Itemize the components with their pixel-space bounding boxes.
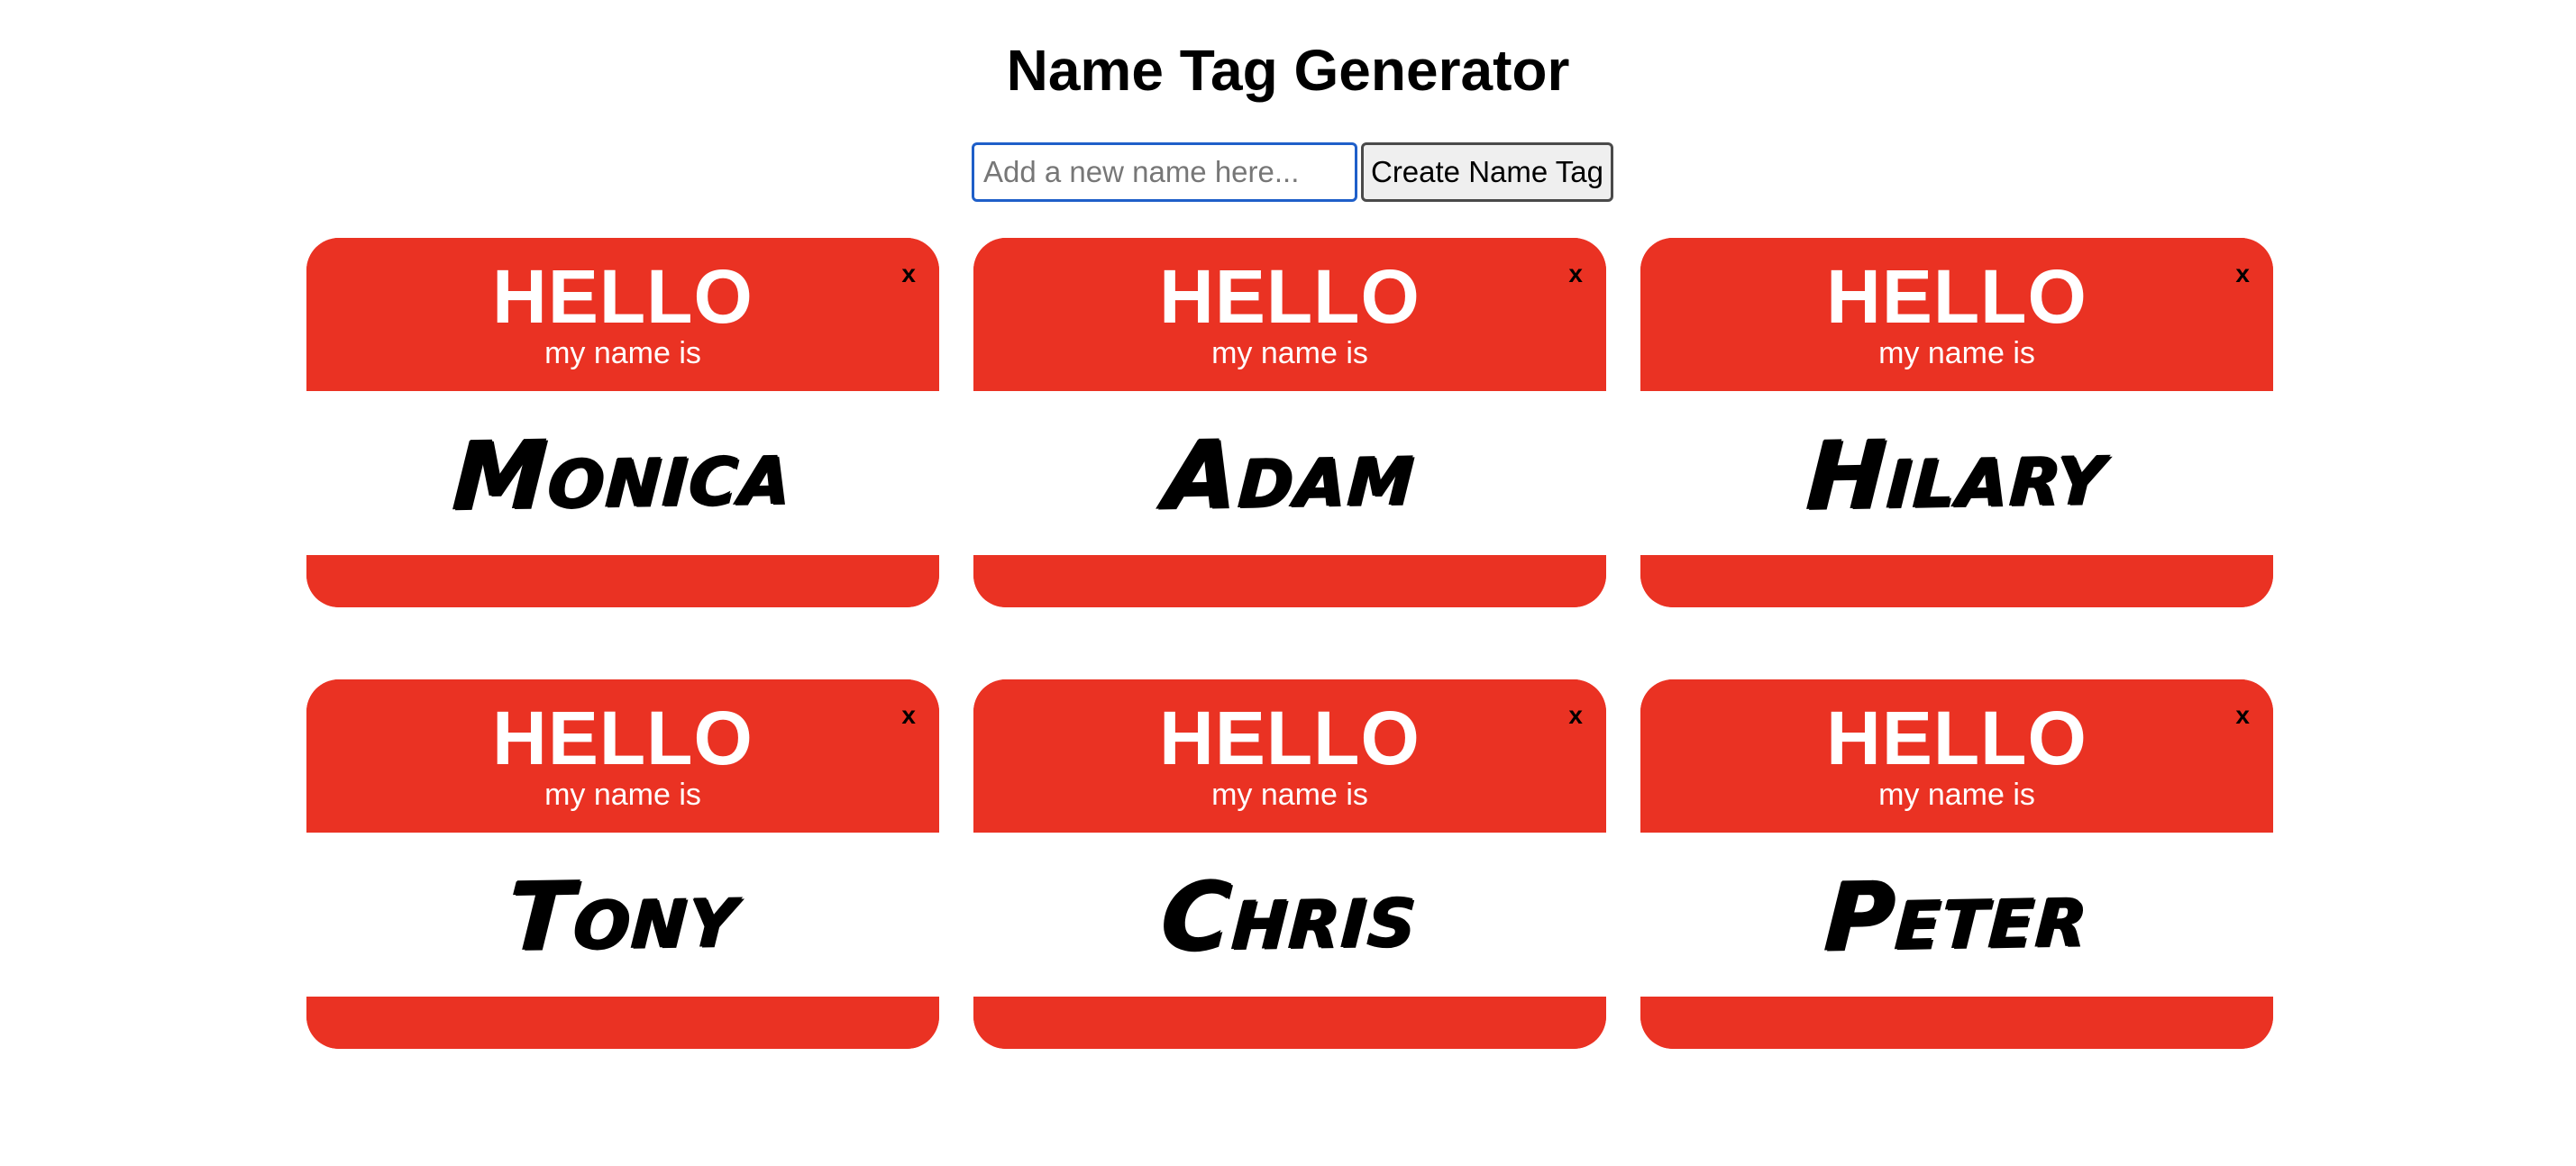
name-tag: HELLO my name is Tony x: [306, 679, 939, 1049]
remove-tag-button[interactable]: x: [2235, 261, 2250, 287]
tag-footer: [306, 997, 939, 1049]
name-input[interactable]: [972, 142, 1357, 202]
app: Name Tag Generator Create Name Tag HELLO…: [0, 0, 2576, 1166]
tag-footer: [973, 555, 1606, 607]
tag-subtitle: my name is: [544, 336, 701, 370]
tag-subtitle: my name is: [1211, 336, 1368, 370]
new-tag-form: Create Name Tag: [972, 142, 1613, 202]
tag-subtitle: my name is: [1878, 336, 2035, 370]
tag-name: Adam: [1161, 415, 1419, 531]
name-tag: HELLO my name is Hilary x: [1640, 238, 2273, 607]
create-name-tag-button[interactable]: Create Name Tag: [1361, 142, 1613, 202]
tag-header: HELLO my name is: [306, 679, 939, 833]
tag-header: HELLO my name is: [1640, 238, 2273, 391]
tag-body: Tony: [306, 833, 939, 997]
tag-body: Monica: [306, 391, 939, 555]
tag-header: HELLO my name is: [306, 238, 939, 391]
tag-footer: [1640, 555, 2273, 607]
name-tag: HELLO my name is Chris x: [973, 679, 1606, 1049]
tag-body: Peter: [1640, 833, 2273, 997]
tag-subtitle: my name is: [1878, 778, 2035, 812]
tag-hello: HELLO: [1826, 254, 2087, 339]
name-tag: HELLO my name is Adam x: [973, 238, 1606, 607]
name-tag: HELLO my name is Monica x: [306, 238, 939, 607]
tag-name: Peter: [1822, 857, 2092, 972]
page-title: Name Tag Generator: [1006, 38, 1570, 103]
tag-body: Hilary: [1640, 391, 2273, 555]
tag-subtitle: my name is: [1211, 778, 1368, 812]
tag-hello: HELLO: [1826, 696, 2087, 780]
tag-footer: [973, 997, 1606, 1049]
name-tags-grid: HELLO my name is Monica x HELLO my name …: [306, 238, 2273, 1049]
tag-name: Chris: [1158, 857, 1421, 972]
tag-subtitle: my name is: [544, 778, 701, 812]
tag-header: HELLO my name is: [1640, 679, 2273, 833]
remove-tag-button[interactable]: x: [1568, 703, 1583, 728]
remove-tag-button[interactable]: x: [2235, 703, 2250, 728]
tag-hello: HELLO: [1159, 254, 1420, 339]
name-tag: HELLO my name is Peter x: [1640, 679, 2273, 1049]
tag-header: HELLO my name is: [973, 679, 1606, 833]
tag-name: Hilary: [1804, 415, 2110, 531]
remove-tag-button[interactable]: x: [1568, 261, 1583, 287]
tag-body: Adam: [973, 391, 1606, 555]
remove-tag-button[interactable]: x: [901, 703, 916, 728]
tag-footer: [1640, 997, 2273, 1049]
tag-footer: [306, 555, 939, 607]
tag-hello: HELLO: [1159, 696, 1420, 780]
tag-hello: HELLO: [492, 254, 754, 339]
tag-name: Tony: [505, 857, 741, 972]
remove-tag-button[interactable]: x: [901, 261, 916, 287]
tag-header: HELLO my name is: [973, 238, 1606, 391]
tag-name: Monica: [450, 414, 796, 532]
tag-body: Chris: [973, 833, 1606, 997]
tag-hello: HELLO: [492, 696, 754, 780]
